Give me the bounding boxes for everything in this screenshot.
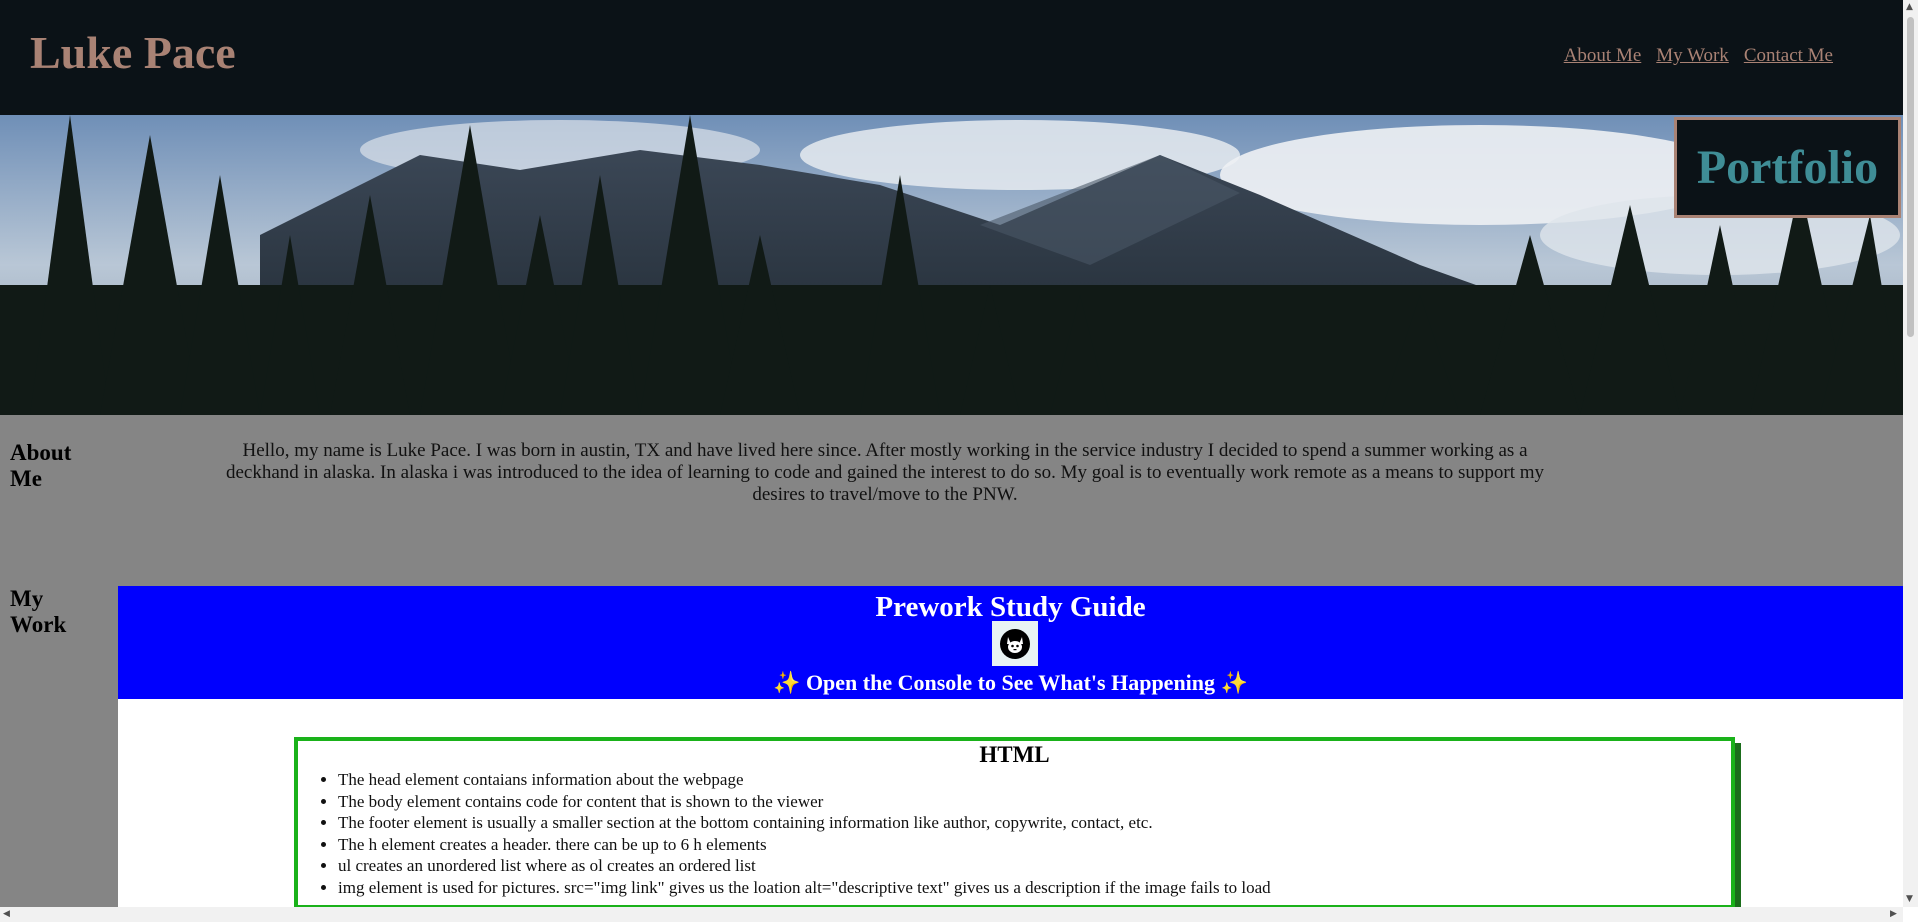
html-card: HTML The head element contaians informat… — [294, 737, 1735, 907]
vertical-scrollbar[interactable]: ▲ ▼ — [1903, 0, 1918, 907]
study-guide-subtitle: ✨ Open the Console to See What's Happeni… — [773, 670, 1248, 695]
nav-link-contact-me[interactable]: Contact Me — [1744, 45, 1833, 67]
list-item: The h element creates a header. there ca… — [338, 834, 1731, 856]
portfolio-badge-text: Portfolio — [1696, 141, 1879, 194]
mountain-landscape — [0, 115, 1903, 415]
list-item: The head element contaians information a… — [338, 769, 1731, 791]
site-title: Luke Pace — [30, 27, 236, 78]
list-item: img element is used for pictures. src="i… — [338, 877, 1731, 899]
scroll-left-icon[interactable]: ◀ — [3, 909, 10, 919]
portfolio-badge: Portfolio — [1674, 117, 1901, 218]
horizontal-scrollbar[interactable]: ◀ ▶ — [0, 907, 1903, 922]
hero-image — [0, 115, 1903, 415]
scroll-right-icon[interactable]: ▶ — [1890, 909, 1897, 919]
scroll-down-icon[interactable]: ▼ — [1906, 894, 1913, 904]
about-me-text: Hello, my name is Luke Pace. I was born … — [225, 440, 1545, 505]
list-item: The body element contains code for conte… — [338, 791, 1731, 813]
site-header: Luke Pace About Me My Work Contact Me — [0, 0, 1903, 115]
cat-icon — [992, 621, 1038, 666]
study-guide-title: Prework Study Guide — [875, 591, 1146, 623]
study-guide-banner: Prework Study Guide ✨ Open the Console t… — [118, 586, 1903, 699]
nav-link-about-me[interactable]: About Me — [1564, 45, 1642, 67]
html-card-list: The head element contaians information a… — [298, 769, 1731, 899]
main-nav: About Me My Work Contact Me — [1564, 45, 1833, 67]
list-item: The footer element is usually a smaller … — [338, 812, 1731, 834]
html-card-title: HTML — [979, 742, 1050, 767]
nav-link-my-work[interactable]: My Work — [1656, 45, 1729, 67]
scroll-up-icon[interactable]: ▲ — [1906, 2, 1913, 12]
work-preview: Prework Study Guide ✨ Open the Console t… — [118, 586, 1903, 907]
my-work-heading: My Work — [10, 586, 67, 637]
about-me-heading: About Me — [10, 440, 72, 491]
list-item: ul creates an unordered list where as ol… — [338, 855, 1731, 877]
vertical-scroll-thumb[interactable] — [1907, 17, 1914, 337]
